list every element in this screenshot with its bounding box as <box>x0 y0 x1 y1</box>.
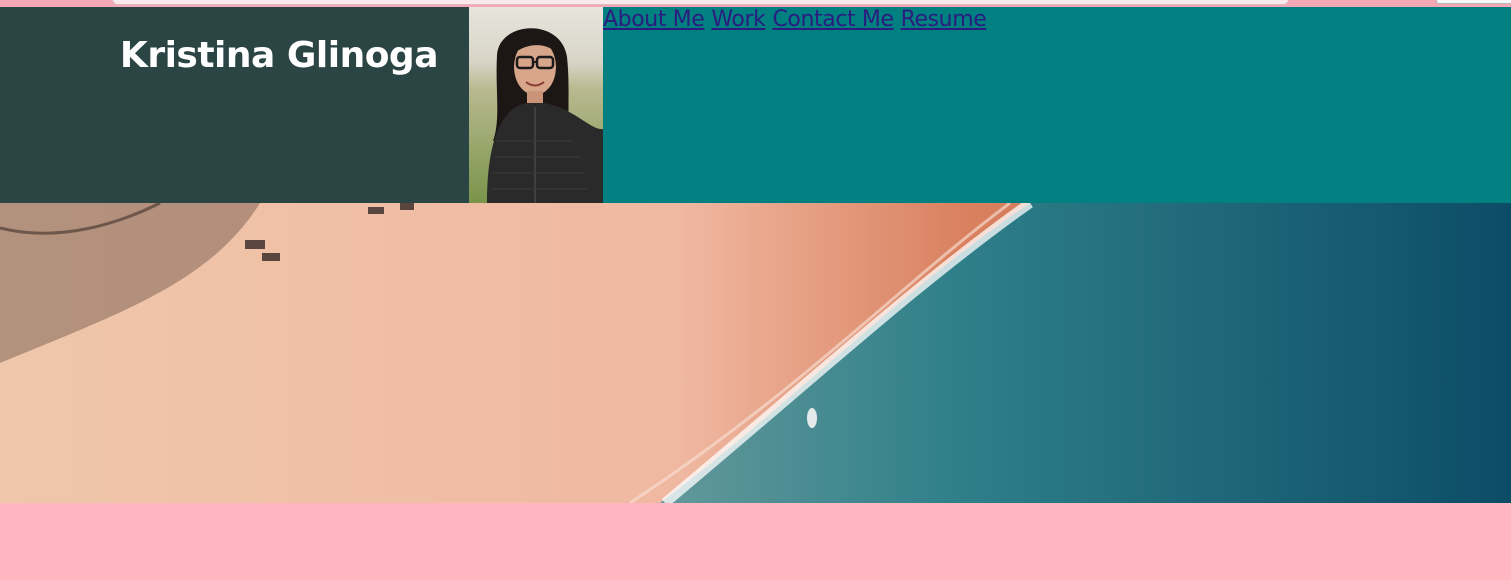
nav-link-about-me[interactable]: About Me <box>603 7 705 32</box>
profile-photo <box>469 7 603 203</box>
address-bar-edge <box>112 0 1289 5</box>
nav-link-contact-me[interactable]: Contact Me <box>772 7 894 32</box>
beach-chair <box>262 253 280 261</box>
main-navigation: About Me Work Contact Me Resume <box>603 7 987 203</box>
hero-beach-image <box>0 203 1511 503</box>
site-owner-name: Kristina Glinoga <box>119 35 439 76</box>
brand-panel: Kristina Glinoga <box>0 7 469 203</box>
nav-link-work[interactable]: Work <box>711 7 766 32</box>
beach-aerial-illustration <box>0 203 1511 503</box>
nav-link-resume[interactable]: Resume <box>901 7 987 32</box>
site-header: Kristina Glinoga About Me Work Contact M… <box>0 7 1511 203</box>
window-control-edge <box>1436 0 1511 4</box>
profile-photo-illustration <box>469 7 603 203</box>
page-background-area <box>0 503 1511 580</box>
neck <box>527 91 543 103</box>
beach-chair <box>245 240 265 249</box>
surfer <box>807 408 817 428</box>
beach-chair <box>400 203 414 210</box>
beach-chair <box>368 207 384 214</box>
browser-top-strip <box>0 0 1511 7</box>
